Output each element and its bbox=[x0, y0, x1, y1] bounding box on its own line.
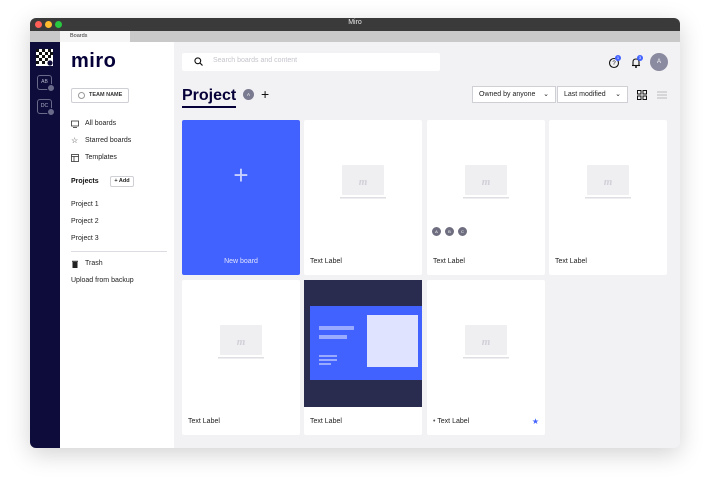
tab-bar: Boards bbox=[30, 31, 680, 42]
template-icon bbox=[71, 154, 79, 162]
add-project-button[interactable]: + Add bbox=[110, 176, 134, 187]
add-member-button[interactable]: + bbox=[261, 86, 269, 102]
board-card[interactable]: Text Label bbox=[304, 280, 422, 435]
board-preview-thumbnail bbox=[304, 280, 422, 407]
board-card[interactable]: m Text Label bbox=[182, 280, 300, 435]
nav-label: All boards bbox=[85, 120, 117, 127]
collaborator-avatar[interactable]: C bbox=[457, 226, 468, 237]
board-label: Text Label bbox=[188, 418, 220, 425]
board-label: • Text Label bbox=[433, 418, 469, 425]
workspace-avatar-2[interactable]: DC bbox=[37, 99, 55, 116]
nav-starred-boards[interactable]: ☆ Starred boards bbox=[71, 136, 131, 146]
sidebar-item-project-1[interactable]: Project 1 bbox=[71, 201, 99, 208]
board-placeholder-icon: m bbox=[463, 165, 509, 199]
board-label: Text Label bbox=[433, 258, 465, 265]
nav-trash[interactable]: Trash bbox=[71, 259, 103, 269]
board-card[interactable]: m A B C Text Label bbox=[427, 120, 545, 275]
svg-text:m: m bbox=[482, 176, 491, 188]
team-name-label: TEAM NAME bbox=[89, 92, 123, 98]
tab-boards[interactable]: Boards bbox=[60, 31, 130, 42]
board-card[interactable]: m Text Label bbox=[549, 120, 667, 275]
nav-label: Trash bbox=[85, 260, 103, 267]
upload-from-backup-link[interactable]: Upload from backup bbox=[71, 277, 134, 284]
list-view-icon[interactable] bbox=[657, 91, 667, 99]
chevron-down-icon: ⌄ bbox=[615, 91, 621, 98]
board-card[interactable]: m • Text Label ★ bbox=[427, 280, 545, 435]
window-title: Miro bbox=[348, 19, 362, 26]
sort-label: Last modified bbox=[564, 91, 606, 98]
search-icon bbox=[194, 57, 203, 66]
sidebar: miro TEAM NAME All boards ☆ Starred boar… bbox=[60, 42, 174, 448]
workspace-logo-icon[interactable] bbox=[36, 49, 53, 66]
new-board-card[interactable]: + New board bbox=[182, 120, 300, 275]
svg-text:m: m bbox=[482, 336, 491, 348]
search-input[interactable]: Search boards and content bbox=[182, 53, 440, 71]
board-label: Text Label bbox=[310, 258, 342, 265]
owner-filter-label: Owned by anyone bbox=[479, 91, 536, 98]
svg-text:m: m bbox=[604, 176, 613, 188]
nav-label: Starred boards bbox=[85, 137, 132, 144]
collaborator-avatar[interactable]: B bbox=[444, 226, 455, 237]
board-placeholder-icon: m bbox=[218, 325, 264, 359]
board-label: New board bbox=[224, 258, 258, 265]
projects-title: Projects bbox=[71, 178, 99, 185]
nav-all-boards[interactable]: All boards bbox=[71, 119, 116, 129]
window-titlebar: Miro bbox=[30, 18, 680, 31]
board-card[interactable]: m Text Label bbox=[304, 120, 422, 275]
chevron-down-icon: ⌄ bbox=[543, 91, 549, 98]
star-outline-icon: ☆ bbox=[71, 136, 79, 145]
board-label: Text Label bbox=[555, 258, 587, 265]
trash-icon bbox=[72, 260, 78, 268]
miro-logo[interactable]: miro bbox=[71, 50, 116, 73]
team-name-button[interactable]: TEAM NAME bbox=[71, 88, 129, 103]
owner-filter-select[interactable]: Owned by anyone ⌄ bbox=[472, 86, 556, 103]
workspace-badge-icon bbox=[47, 108, 55, 116]
nav-label: Templates bbox=[85, 154, 117, 161]
board-label: Text Label bbox=[310, 418, 342, 425]
svg-text:m: m bbox=[359, 176, 368, 188]
sort-select[interactable]: Last modified ⌄ bbox=[557, 86, 628, 103]
help-badge: 1 bbox=[615, 55, 621, 61]
sidebar-divider bbox=[71, 251, 167, 252]
page-title: Project bbox=[182, 87, 237, 108]
search-placeholder: Search boards and content bbox=[213, 57, 298, 64]
workspace-avatar-label: AB bbox=[41, 79, 48, 85]
sidebar-item-project-2[interactable]: Project 2 bbox=[71, 218, 99, 225]
workspace-avatar-label: DC bbox=[40, 103, 49, 109]
project-member-avatar[interactable]: A bbox=[243, 89, 254, 100]
board-placeholder-icon: m bbox=[463, 325, 509, 359]
workspace-rail: AB DC bbox=[30, 42, 60, 448]
board-placeholder-icon: m bbox=[585, 165, 631, 199]
grid-view-icon[interactable] bbox=[637, 90, 647, 100]
star-filled-icon[interactable]: ★ bbox=[532, 417, 539, 426]
sidebar-item-project-3[interactable]: Project 3 bbox=[71, 235, 99, 242]
svg-text:m: m bbox=[237, 336, 246, 348]
monitor-icon bbox=[71, 120, 79, 128]
nav-templates[interactable]: Templates bbox=[71, 153, 117, 163]
bullet-dot-icon: • bbox=[433, 418, 436, 425]
svg-text:?: ? bbox=[612, 61, 616, 67]
collaborator-avatar[interactable]: A bbox=[431, 226, 442, 237]
plus-icon: + bbox=[233, 160, 249, 190]
workspace-avatar-1[interactable]: AB bbox=[37, 75, 55, 92]
notification-badge: 3 bbox=[637, 55, 643, 61]
workspace-badge-icon bbox=[47, 84, 55, 92]
board-placeholder-icon: m bbox=[340, 165, 386, 199]
user-avatar[interactable]: A bbox=[650, 53, 668, 71]
board-label-text: Text Label bbox=[437, 418, 470, 425]
gear-icon bbox=[78, 92, 85, 99]
